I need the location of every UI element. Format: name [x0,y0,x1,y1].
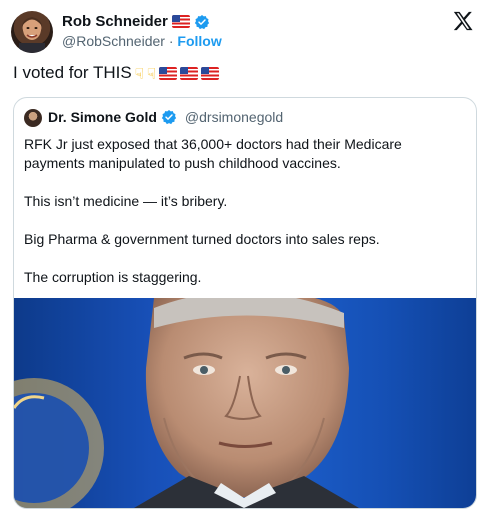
photo-image [14,298,359,508]
avatar[interactable] [11,11,53,53]
us-flag-icon [171,15,190,28]
author-handle-row: @RobSchneider · Follow [62,33,222,49]
pointing-down-icon: ☟ [134,66,144,83]
quoted-avatar[interactable] [24,109,42,127]
verified-badge-icon [194,14,209,29]
quoted-tweet[interactable]: Dr. Simone Gold @drsimonegold RFK Jr jus… [13,97,477,509]
us-flag-icon [159,66,178,80]
author-handle[interactable]: @RobSchneider [62,33,165,49]
verified-badge-icon [161,110,177,125]
quoted-paragraph: Big Pharma & government turned doctors i… [24,231,380,247]
quoted-paragraph: The corruption is staggering. [24,269,202,285]
attached-photo[interactable] [14,298,476,508]
avatar-image [19,17,45,53]
author-name[interactable]: Rob Schneider [62,13,168,30]
x-logo-icon[interactable] [452,10,474,32]
author-name-row: Rob Schneider [62,13,210,30]
tweet-text-row: I voted for THIS ☟ ☟ [13,63,220,83]
quoted-author-handle[interactable]: @drsimonegold [185,109,283,125]
quoted-author-row: Dr. Simone Gold @drsimonegold [48,109,283,125]
us-flag-icon [201,66,220,80]
quoted-tweet-body: RFK Jr just exposed that 36,000+ doctors… [24,135,464,306]
follow-button[interactable]: Follow [177,33,221,49]
tweet-text: I voted for THIS [13,63,132,82]
quoted-author-name[interactable]: Dr. Simone Gold [48,109,157,125]
pointing-down-icon: ☟ [146,66,157,83]
us-flag-icon [180,66,199,80]
quoted-paragraph: RFK Jr just exposed that 36,000+ doctors… [24,136,402,171]
separator-dot: · [168,33,174,49]
quoted-paragraph: This isn’t medicine — it’s bribery. [24,193,228,209]
